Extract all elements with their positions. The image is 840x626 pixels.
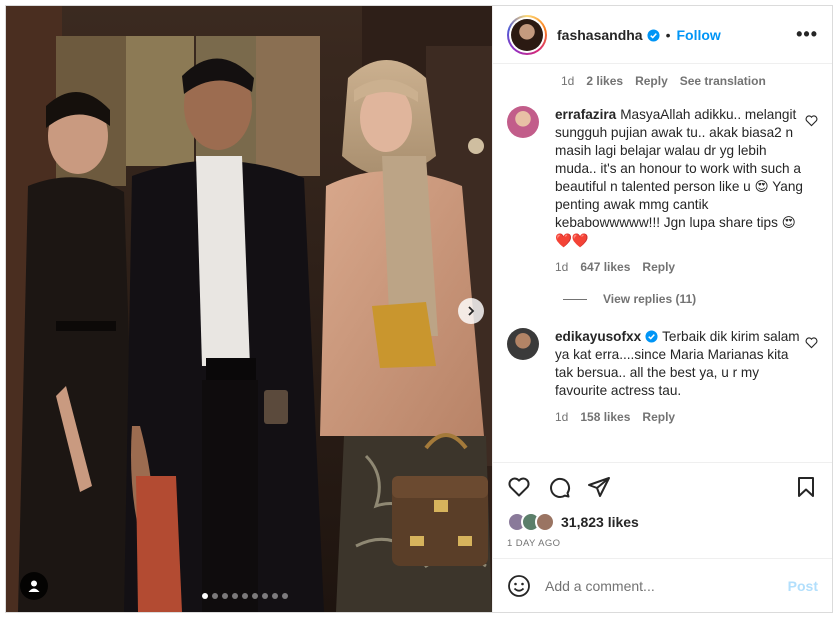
carousel-dot: [272, 593, 278, 599]
post-side-panel: fashasandha • Follow ••• 1d 2 likes Repl…: [492, 6, 832, 612]
carousel-dot: [282, 593, 288, 599]
commenter-username[interactable]: edikayusofxx: [555, 329, 658, 344]
comment-input[interactable]: [545, 577, 788, 594]
author-username[interactable]: fashasandha: [557, 27, 660, 43]
caption-age: 1d: [561, 74, 575, 88]
verified-badge-icon: [647, 28, 660, 42]
comment-text: errafazira MasyaAllah adikku.. melangit s…: [555, 106, 805, 250]
commenter-avatar[interactable]: [507, 328, 539, 360]
view-replies-button[interactable]: View replies (11): [507, 292, 818, 306]
comment-meta: 1d 647 likes Reply: [555, 260, 805, 274]
comment-reply-button[interactable]: Reply: [642, 260, 675, 274]
comments-list[interactable]: 1d 2 likes Reply See translation errafaz…: [493, 64, 832, 462]
commenter-avatar[interactable]: [507, 106, 539, 138]
caption-reply-button[interactable]: Reply: [635, 74, 668, 88]
author-avatar[interactable]: [507, 14, 547, 55]
carousel-dot: [262, 593, 268, 599]
comment-age: 1d: [555, 260, 569, 274]
comment-message: MasyaAllah adikku.. melangit sungguh puj…: [555, 107, 803, 248]
carousel-dot: [252, 593, 258, 599]
comment-likes[interactable]: 158 likes: [580, 410, 630, 424]
carousel-dot: [212, 593, 218, 599]
comment-reply-button[interactable]: Reply: [642, 410, 675, 424]
comment-meta: 1d 158 likes Reply: [555, 410, 805, 424]
chevron-right-icon: [468, 306, 475, 316]
verified-badge-icon: [645, 330, 658, 343]
instagram-post-window: fashasandha • Follow ••• 1d 2 likes Repl…: [5, 5, 833, 613]
commenter-username[interactable]: errafazira: [555, 107, 616, 122]
replies-divider: [563, 298, 587, 300]
post-actions-bar: [493, 462, 832, 510]
like-comment-heart-icon[interactable]: [805, 336, 818, 349]
more-options-icon[interactable]: •••: [796, 24, 818, 45]
likes-count[interactable]: 31,823 likes: [561, 514, 639, 530]
caption-likes[interactable]: 2 likes: [586, 74, 623, 88]
carousel-dot: [222, 593, 228, 599]
carousel-dot: [232, 593, 238, 599]
comment-bubble-icon[interactable]: [547, 475, 571, 499]
post-comment-button[interactable]: Post: [788, 578, 818, 594]
user-icon: [28, 580, 40, 592]
header-separator: •: [665, 26, 671, 43]
post-photo[interactable]: [6, 6, 492, 612]
caption-meta: 1d 2 likes Reply See translation: [507, 74, 818, 88]
comment-age: 1d: [555, 410, 569, 424]
tagged-users-button[interactable]: [20, 572, 48, 600]
liker-avatars[interactable]: [507, 512, 555, 532]
follow-button[interactable]: Follow: [677, 27, 721, 43]
like-comment-heart-icon[interactable]: [805, 114, 818, 127]
carousel-dot: [202, 593, 208, 599]
view-replies-label: View replies (11): [603, 292, 697, 306]
share-paper-plane-icon[interactable]: [587, 475, 611, 499]
photo-scene: [6, 6, 492, 612]
comment-likes[interactable]: 647 likes: [580, 260, 630, 274]
comment-item: edikayusofxx Terbaik dik kirim salam ya k…: [507, 328, 818, 424]
post-date[interactable]: 1 DAY AGO: [493, 534, 832, 558]
carousel-indicator: [202, 593, 288, 599]
comment-text: edikayusofxx Terbaik dik kirim salam ya k…: [555, 328, 805, 400]
see-translation-button[interactable]: See translation: [680, 74, 766, 88]
post-header: fashasandha • Follow •••: [493, 6, 832, 64]
comment-item: errafazira MasyaAllah adikku.. melangit s…: [507, 106, 818, 274]
save-bookmark-icon[interactable]: [794, 475, 818, 499]
carousel-dot: [242, 593, 248, 599]
likes-row: 31,823 likes: [493, 510, 832, 534]
carousel-next-button[interactable]: [458, 298, 484, 324]
add-comment-bar: Post: [493, 558, 832, 612]
like-heart-icon[interactable]: [507, 475, 531, 499]
emoji-smiley-icon[interactable]: [507, 574, 531, 598]
